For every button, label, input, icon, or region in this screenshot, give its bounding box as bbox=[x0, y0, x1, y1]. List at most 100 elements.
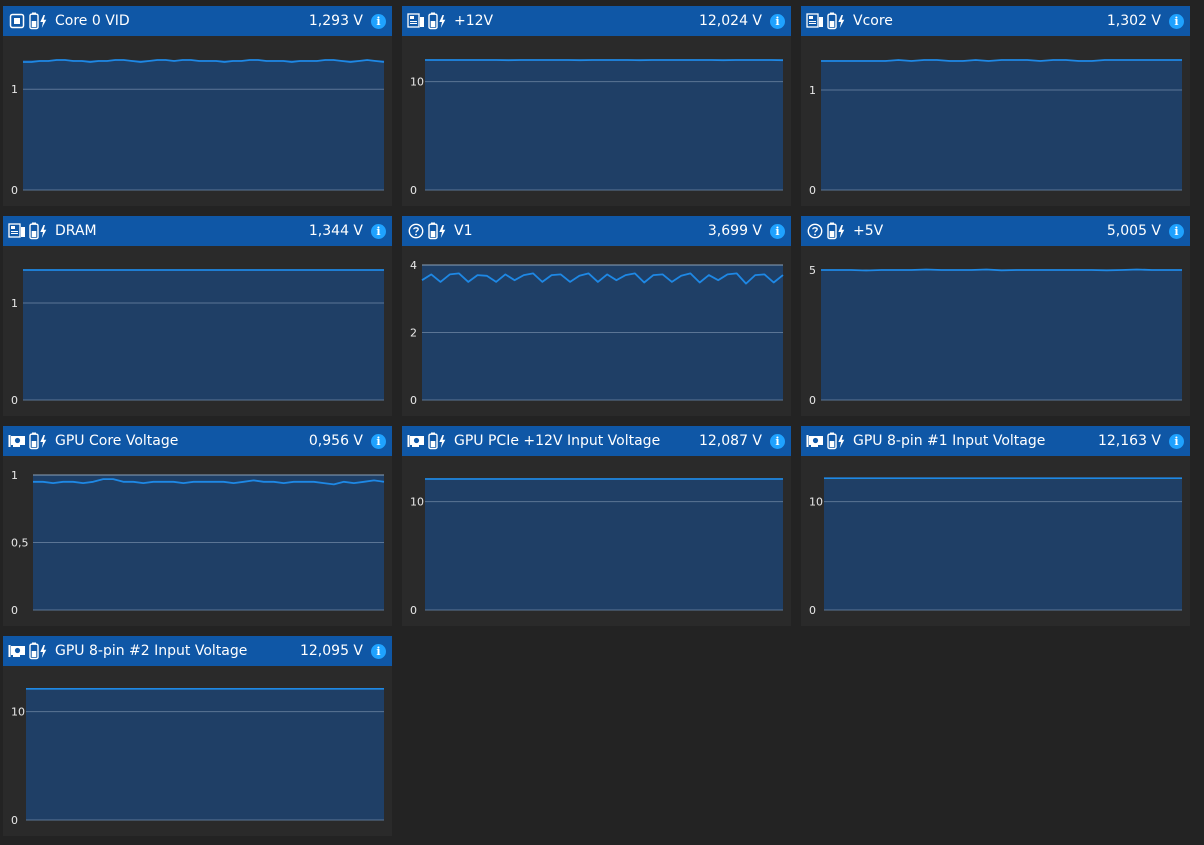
info-icon[interactable]: i bbox=[371, 643, 386, 659]
y-tick-label: 0 bbox=[11, 814, 18, 827]
info-icon[interactable]: i bbox=[1169, 223, 1184, 239]
panel-v1: V1 3,699 V i 0 2 4 bbox=[402, 216, 791, 416]
sensor-chart: 01 bbox=[809, 59, 1182, 197]
sensor-value: 1,293 V bbox=[308, 13, 363, 29]
panel-header: V1 3,699 V i bbox=[402, 216, 791, 246]
panel-gpu8pin1: GPU 8-pin #1 Input Voltage 12,163 V i 0 10 bbox=[801, 426, 1190, 626]
sensor-chart: 01 bbox=[11, 269, 384, 407]
sensor-value: 12,163 V bbox=[1097, 433, 1161, 449]
sensor-title: V1 bbox=[454, 223, 473, 239]
panel-plus12v: +12V 12,024 V i 0 10 bbox=[402, 6, 791, 206]
gpu-icon bbox=[407, 432, 425, 450]
question-icon bbox=[407, 222, 425, 240]
battery-bolt-icon bbox=[827, 432, 847, 450]
plot-area bbox=[425, 480, 783, 610]
panel-header: GPU PCIe +12V Input Voltage 12,087 V i bbox=[402, 426, 791, 456]
plot-area bbox=[26, 690, 384, 820]
plot-area bbox=[821, 270, 1182, 400]
y-tick-label: 0,5 bbox=[11, 537, 29, 550]
sensor-value: 1,344 V bbox=[308, 223, 363, 239]
battery-bolt-icon bbox=[29, 222, 49, 240]
y-tick-label: 0 bbox=[11, 394, 18, 407]
y-tick-label: 1 bbox=[11, 469, 18, 482]
info-icon[interactable]: i bbox=[1169, 13, 1184, 29]
sensor-title: GPU Core Voltage bbox=[55, 433, 179, 449]
y-tick-label: 1 bbox=[11, 297, 18, 310]
panel-dram: DRAM 1,344 Vi01 bbox=[3, 216, 392, 416]
battery-bolt-icon bbox=[827, 222, 847, 240]
sensor-title: +5V bbox=[853, 223, 884, 239]
y-tick-label: 0 bbox=[809, 184, 816, 197]
plot-area bbox=[23, 270, 384, 400]
sensor-title: Vcore bbox=[853, 13, 893, 29]
panel-core0vid: Core 0 VID 1,293 Vi01 bbox=[3, 6, 392, 206]
sensor-title: Core 0 VID bbox=[55, 13, 130, 29]
sensor-value: 12,024 V bbox=[698, 13, 762, 29]
sensor-chart: 0 10 bbox=[809, 477, 1182, 617]
panel-vcore: Vcore 1,302 Vi01 bbox=[801, 6, 1190, 206]
sensor-title: GPU 8-pin #2 Input Voltage bbox=[55, 643, 248, 659]
panel-header: DRAM 1,344 V i bbox=[3, 216, 392, 246]
plot-area bbox=[821, 60, 1182, 190]
info-icon[interactable]: i bbox=[770, 433, 785, 449]
info-icon[interactable]: i bbox=[371, 433, 386, 449]
y-tick-label: 10 bbox=[809, 496, 823, 509]
plot-area bbox=[824, 480, 1182, 610]
motherboard-icon bbox=[8, 222, 26, 240]
panel-plus5v: +5V 5,005 Vi05 bbox=[801, 216, 1190, 416]
y-tick-label: 0 bbox=[809, 394, 816, 407]
y-tick-label: 0 bbox=[410, 184, 417, 197]
series-line bbox=[821, 59, 1182, 62]
battery-bolt-icon bbox=[428, 12, 448, 30]
panel-header: GPU 8-pin #1 Input Voltage 12,163 V i bbox=[801, 426, 1190, 456]
info-icon[interactable]: i bbox=[371, 223, 386, 239]
sensor-chart: 01 bbox=[11, 59, 385, 197]
sensor-value: 5,005 V bbox=[1106, 223, 1161, 239]
sensor-title: +12V bbox=[454, 13, 494, 29]
y-tick-label: 0 bbox=[11, 604, 18, 617]
question-icon bbox=[806, 222, 824, 240]
y-tick-label: 0 bbox=[809, 604, 816, 617]
sensor-chart: 00,51 bbox=[11, 469, 385, 617]
sensor-title: GPU PCIe +12V Input Voltage bbox=[454, 433, 661, 449]
sensor-chart: 05 bbox=[809, 264, 1182, 407]
info-icon[interactable]: i bbox=[770, 13, 785, 29]
panel-gpupcie: GPU PCIe +12V Input Voltage 12,087 V i 0 10 bbox=[402, 426, 791, 626]
y-tick-label: 0 bbox=[11, 184, 18, 197]
sensor-value: 12,087 V bbox=[698, 433, 762, 449]
sensor-value: 0,956 V bbox=[308, 433, 363, 449]
panel-header: GPU 8-pin #2 Input Voltage 12,095 V i bbox=[3, 636, 392, 666]
info-icon[interactable]: i bbox=[1169, 433, 1184, 449]
sensor-chart: 0 2 4 bbox=[410, 259, 784, 407]
series-line bbox=[821, 268, 1182, 272]
gpu-icon bbox=[8, 642, 26, 660]
y-tick-label: 0 bbox=[410, 604, 417, 617]
y-tick-label: 10 bbox=[410, 76, 424, 89]
panel-header: +5V 5,005 V i bbox=[801, 216, 1190, 246]
sensor-value: 1,302 V bbox=[1106, 13, 1161, 29]
y-tick-label: 5 bbox=[809, 264, 816, 277]
y-tick-label: 1 bbox=[809, 84, 816, 97]
battery-bolt-icon bbox=[428, 432, 448, 450]
cpu-icon bbox=[8, 12, 26, 30]
y-tick-label: 2 bbox=[410, 327, 417, 340]
panel-gpu8pin2: GPU 8-pin #2 Input Voltage 12,095 V i 0 10 bbox=[3, 636, 392, 836]
info-icon[interactable]: i bbox=[371, 13, 386, 29]
y-tick-label: 10 bbox=[410, 496, 424, 509]
sensor-value: 3,699 V bbox=[707, 223, 762, 239]
gpu-icon bbox=[8, 432, 26, 450]
plot-area bbox=[425, 60, 783, 190]
y-tick-label: 1 bbox=[11, 83, 18, 96]
battery-bolt-icon bbox=[428, 222, 448, 240]
sensor-chart: 0 10 bbox=[11, 687, 384, 827]
sensor-title: DRAM bbox=[55, 223, 97, 239]
battery-bolt-icon bbox=[29, 12, 49, 30]
panel-header: Vcore 1,302 V i bbox=[801, 6, 1190, 36]
sensor-chart: 0 10 bbox=[410, 478, 783, 617]
motherboard-icon bbox=[806, 12, 824, 30]
sensor-chart: 0 10 bbox=[410, 59, 784, 197]
sensor-value: 12,095 V bbox=[299, 643, 363, 659]
panel-gpucore: GPU Core Voltage 0,956 Vi 0 0,5 1 bbox=[3, 426, 392, 626]
y-tick-label: 0 bbox=[410, 394, 417, 407]
info-icon[interactable]: i bbox=[770, 223, 785, 239]
